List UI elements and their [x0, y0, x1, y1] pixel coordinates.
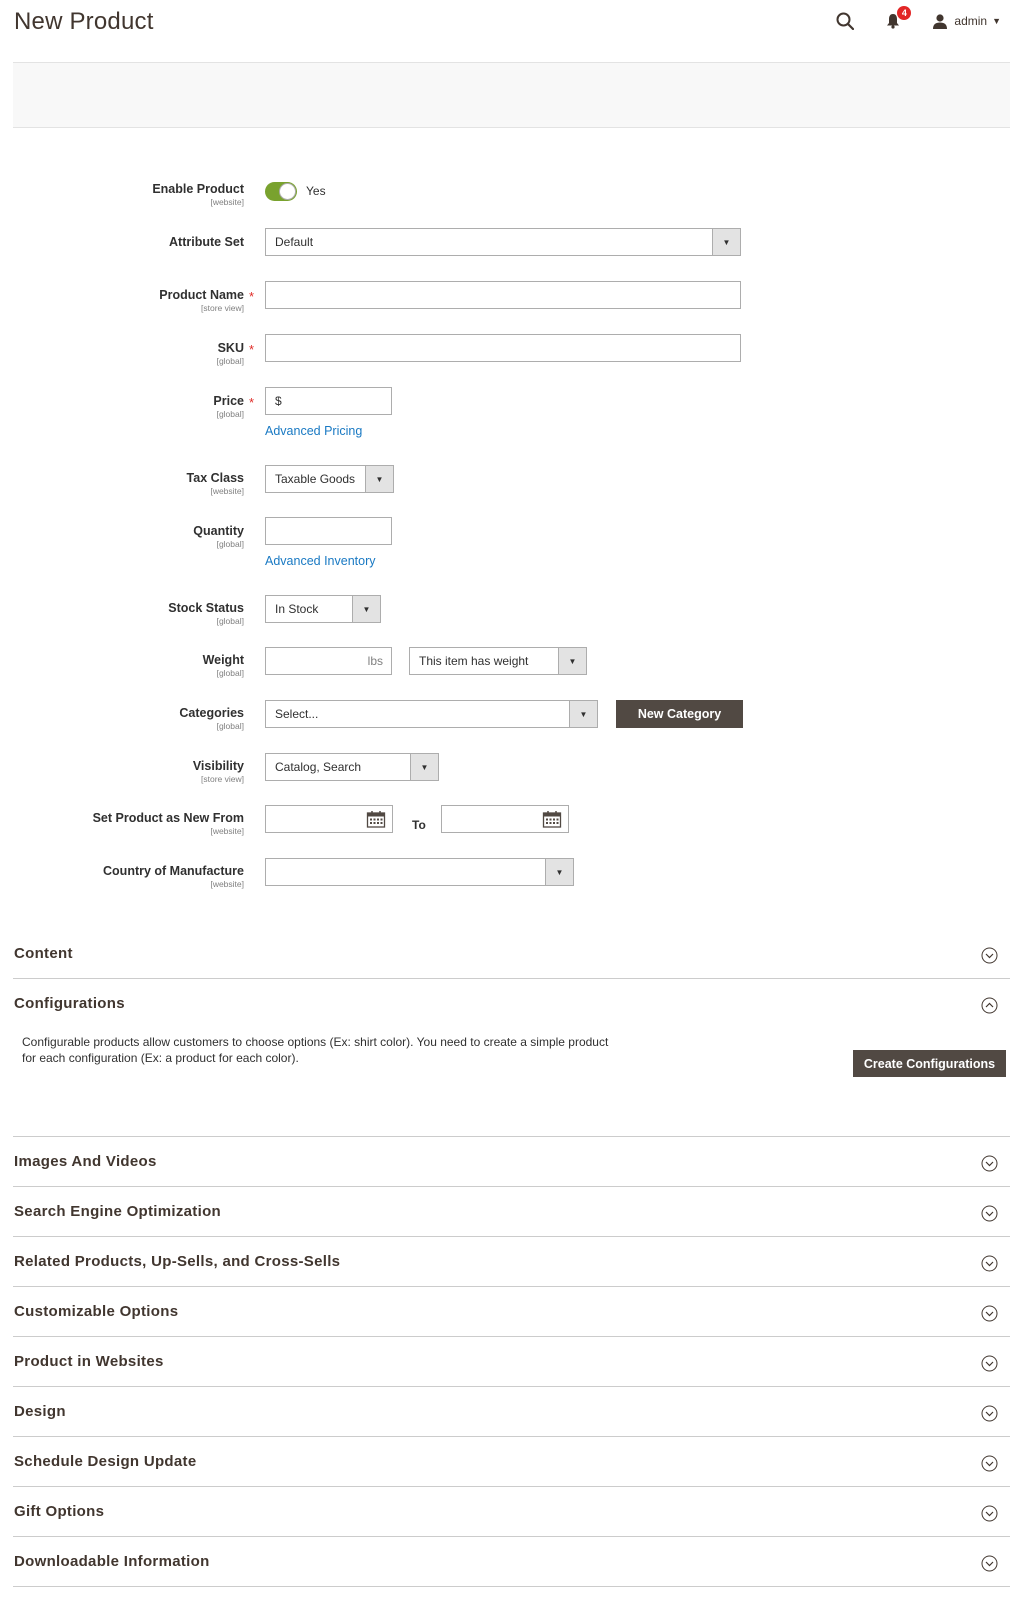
section-product-in-websites[interactable]: Product in Websites	[13, 1337, 1010, 1387]
price-label: Price [global]	[213, 394, 244, 419]
quantity-input[interactable]	[265, 517, 392, 545]
section-gift-options[interactable]: Gift Options	[13, 1487, 1010, 1537]
weight-input[interactable]: lbs	[265, 647, 392, 675]
visibility-label: Visibility [store view]	[192, 759, 244, 784]
chevron-up-icon	[981, 997, 998, 1014]
search-icon[interactable]	[834, 10, 856, 32]
chevron-down-icon: ▼	[558, 648, 586, 674]
page-actions-bar	[13, 62, 1010, 128]
notification-count-badge: 4	[897, 6, 912, 20]
new-to-label: To	[412, 818, 426, 832]
categories-select[interactable]: Select... ▼	[265, 700, 598, 728]
chevron-down-icon: ▼	[545, 859, 573, 885]
user-menu[interactable]: admin ▼	[932, 13, 1001, 29]
section-schedule-design-update[interactable]: Schedule Design Update	[13, 1437, 1010, 1487]
chevron-down-icon: ▼	[992, 16, 1001, 26]
calendar-icon[interactable]	[366, 810, 386, 828]
chevron-down-icon	[981, 1505, 998, 1522]
product-name-input[interactable]	[265, 281, 741, 309]
attribute-set-label: Attribute Set	[169, 235, 244, 249]
chevron-down-icon	[981, 1455, 998, 1472]
attribute-set-select[interactable]: Default ▼	[265, 228, 741, 256]
chevron-down-icon	[981, 1555, 998, 1572]
visibility-select[interactable]: Catalog, Search ▼	[265, 753, 439, 781]
chevron-down-icon	[981, 947, 998, 964]
new-from-date-input[interactable]	[265, 805, 393, 833]
stock-status-label: Stock Status [global]	[168, 601, 244, 626]
enable-product-toggle[interactable]	[265, 182, 297, 201]
username: admin	[954, 14, 988, 28]
enable-product-value: Yes	[306, 184, 326, 198]
new-from-label: Set Product as New From [website]	[92, 811, 244, 836]
section-customizable-options[interactable]: Customizable Options	[13, 1287, 1010, 1337]
quantity-label: Quantity [global]	[193, 524, 244, 549]
sku-label: SKU [global]	[216, 341, 244, 366]
chevron-down-icon: ▼	[410, 754, 438, 780]
tax-class-label: Tax Class [website]	[186, 471, 244, 496]
section-configurations[interactable]: Configurations	[13, 979, 1010, 1029]
chevron-down-icon	[981, 1405, 998, 1422]
chevron-down-icon: ▼	[712, 229, 740, 255]
section-content[interactable]: Content	[13, 929, 1010, 979]
page-title: New Product	[14, 8, 154, 35]
section-seo[interactable]: Search Engine Optimization	[13, 1187, 1010, 1237]
chevron-down-icon	[981, 1305, 998, 1322]
notifications-bell-icon[interactable]: 4	[882, 6, 912, 32]
sku-input[interactable]	[265, 334, 741, 362]
country-label: Country of Manufacture [website]	[103, 864, 244, 889]
section-downloadable-information[interactable]: Downloadable Information	[13, 1537, 1010, 1587]
create-configurations-button[interactable]: Create Configurations	[853, 1050, 1006, 1077]
stock-status-select[interactable]: In Stock ▼	[265, 595, 381, 623]
tax-class-select[interactable]: Taxable Goods ▼	[265, 465, 394, 493]
section-design[interactable]: Design	[13, 1387, 1010, 1437]
new-category-button[interactable]: New Category	[616, 700, 743, 728]
product-name-label: Product Name [store view]	[159, 288, 244, 313]
advanced-pricing-link[interactable]: Advanced Pricing	[265, 424, 362, 438]
section-related-products[interactable]: Related Products, Up-Sells, and Cross-Se…	[13, 1237, 1010, 1287]
chevron-down-icon: ▼	[365, 466, 393, 492]
weight-label: Weight [global]	[202, 653, 244, 678]
required-asterisk: *	[249, 289, 255, 304]
configurations-divider	[13, 1087, 1010, 1137]
enable-product-label: Enable Product [website]	[152, 182, 244, 207]
configurations-description: Configurable products allow customers to…	[22, 1035, 609, 1065]
section-images-videos[interactable]: Images And Videos	[13, 1137, 1010, 1187]
chevron-down-icon	[981, 1355, 998, 1372]
country-select[interactable]: ▼	[265, 858, 574, 886]
chevron-down-icon	[981, 1205, 998, 1222]
calendar-icon[interactable]	[542, 810, 562, 828]
chevron-down-icon: ▼	[352, 596, 380, 622]
header-actions: 4 admin ▼	[834, 6, 1001, 32]
chevron-down-icon: ▼	[569, 701, 597, 727]
new-to-date-input[interactable]	[441, 805, 569, 833]
chevron-down-icon	[981, 1155, 998, 1172]
required-asterisk: *	[249, 342, 255, 357]
weight-unit: lbs	[367, 654, 383, 668]
toggle-knob	[279, 183, 296, 200]
price-input[interactable]	[265, 387, 392, 415]
user-icon	[933, 14, 948, 29]
required-asterisk: *	[249, 395, 255, 410]
categories-label: Categories [global]	[179, 706, 244, 731]
chevron-down-icon	[981, 1255, 998, 1272]
weight-type-select[interactable]: This item has weight ▼	[409, 647, 587, 675]
advanced-inventory-link[interactable]: Advanced Inventory	[265, 554, 376, 568]
